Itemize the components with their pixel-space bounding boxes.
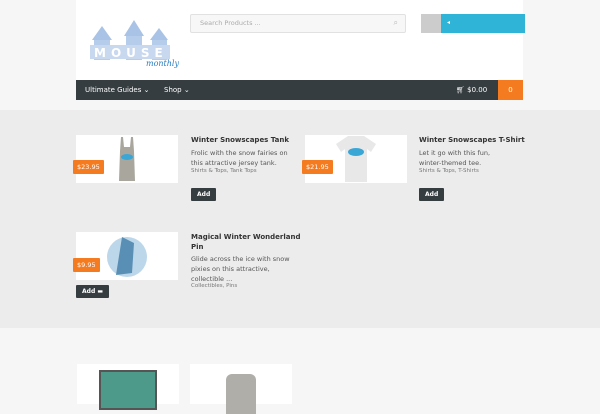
- cart-count[interactable]: 0: [498, 80, 523, 100]
- add-to-cart-button[interactable]: Add: [191, 188, 217, 201]
- mouse-monthly-logo[interactable]: MOUSE monthly: [88, 12, 183, 70]
- search-icon[interactable]: ⌕: [394, 18, 398, 28]
- product-categories[interactable]: Collectibles, Pins: [191, 283, 237, 289]
- product-title[interactable]: Winter Snowscapes T-Shirt: [419, 135, 549, 145]
- cart-icon: 🛒︎: [456, 86, 468, 94]
- price-badge: $23.95: [73, 160, 104, 174]
- cart-icon: ▬: [97, 288, 103, 295]
- add-to-cart-button[interactable]: Add ▬: [76, 285, 109, 298]
- add-to-cart-button[interactable]: Add: [419, 188, 445, 201]
- main-nav: Ultimate Guides ⌄ Shop ⌄ 🛒︎ $0.00 0: [76, 80, 523, 100]
- price-badge: $9.95: [73, 258, 100, 272]
- cart-link[interactable]: 🛒︎ $0.00: [456, 86, 487, 94]
- svg-text:MOUSE: MOUSE: [94, 46, 168, 60]
- product-description: Glide across the ice with snow pixies on…: [191, 255, 290, 283]
- product-title[interactable]: Magical Winter Wonderland Pin: [191, 232, 301, 252]
- product-thumbnail[interactable]: [77, 364, 179, 410]
- svg-text:monthly: monthly: [146, 59, 179, 68]
- price-badge: $21.95: [302, 160, 333, 174]
- product-categories[interactable]: Shirts & Tops, T-Shirts: [419, 168, 479, 174]
- product-description: Frolic with the snow fairies on this att…: [191, 149, 288, 167]
- sign-in-icon: ◂: [447, 19, 451, 26]
- avatar[interactable]: [421, 14, 441, 33]
- product-thumbnail[interactable]: [190, 364, 292, 414]
- nav-ultimate-guides[interactable]: Ultimate Guides ⌄: [85, 86, 149, 94]
- product-title[interactable]: Winter Snowscapes Tank: [191, 135, 301, 145]
- sign-in-button[interactable]: ◂: [441, 14, 525, 33]
- product-categories[interactable]: Shirts & Tops, Tank Tops: [191, 168, 257, 174]
- product-description: Let it go with this fun, winter-themed t…: [419, 149, 491, 167]
- product-image[interactable]: [305, 135, 407, 183]
- nav-shop[interactable]: Shop ⌄: [164, 86, 190, 94]
- product-image[interactable]: [76, 232, 178, 280]
- cart-total: $0.00: [467, 86, 488, 94]
- search-placeholder: Search Products ...: [200, 19, 261, 27]
- add-label: Add: [82, 288, 96, 295]
- product-image[interactable]: [76, 135, 178, 183]
- search-input[interactable]: Search Products ... ⌕: [190, 14, 406, 33]
